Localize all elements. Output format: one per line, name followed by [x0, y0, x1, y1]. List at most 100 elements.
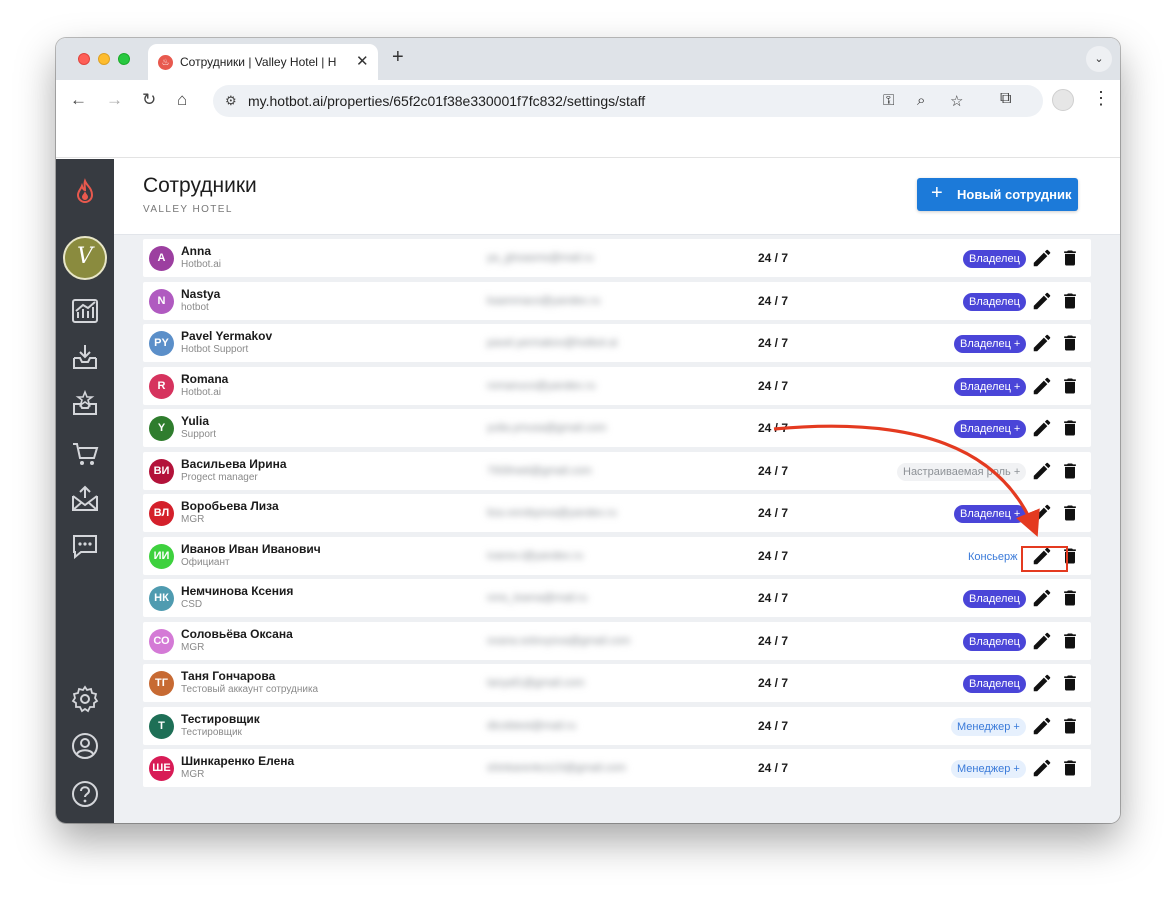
profile-avatar[interactable] — [1052, 89, 1074, 111]
table-row[interactable]: Т Тестировщик Тестировщик dtcobtest@mail.ru… — [143, 706, 1091, 745]
table-row[interactable]: R Romana Hotbot.ai romanuco@yandex.ru 24 / 7… — [143, 366, 1091, 405]
forward-button[interactable]: → — [106, 90, 123, 110]
edit-pencil-icon[interactable] — [1031, 757, 1053, 779]
staff-email: yulia.ymusa@gmail.com — [487, 422, 607, 434]
avatar: Т — [149, 713, 174, 739]
password-key-icon[interactable]: ⚿ — [883, 92, 894, 109]
delete-trash-icon[interactable] — [1060, 672, 1080, 694]
staff-email: ya_ghoasms@mail.ru — [487, 252, 594, 264]
role-badge[interactable]: Владелец — [963, 590, 1026, 608]
cart-icon[interactable] — [70, 439, 100, 469]
staff-hours: 24 / 7 — [758, 421, 789, 435]
role-badge[interactable]: Владелец — [963, 675, 1026, 693]
edit-pencil-icon[interactable] — [1031, 290, 1053, 312]
edit-pencil-icon[interactable] — [1031, 332, 1053, 354]
new-tab-button[interactable]: + — [392, 46, 404, 69]
table-row[interactable]: ВИ Васильева Ирина Progect manager 79Sfmeti… — [143, 451, 1091, 490]
inbox-icon[interactable] — [70, 342, 100, 372]
analytics-icon[interactable] — [70, 296, 100, 326]
role-badge[interactable]: Владелец + — [954, 420, 1027, 438]
staff-hours: 24 / 7 — [758, 761, 789, 775]
browser-menu-icon[interactable]: ⋮ — [1092, 88, 1110, 109]
close-window-button[interactable] — [78, 53, 90, 65]
edit-pencil-icon[interactable] — [1031, 460, 1053, 482]
table-row[interactable]: ИИ Иванов Иван Иванович Официант ivanov.i@y… — [143, 536, 1091, 575]
staff-hours: 24 / 7 — [758, 293, 789, 308]
edit-pencil-icon[interactable] — [1031, 587, 1053, 609]
account-icon[interactable] — [70, 731, 100, 761]
delete-trash-icon[interactable] — [1060, 332, 1080, 354]
delete-trash-icon[interactable] — [1060, 502, 1080, 524]
delete-trash-icon[interactable] — [1060, 417, 1080, 439]
staff-name: Васильева Ирина — [181, 456, 287, 471]
hotel-avatar[interactable]: V — [63, 236, 107, 280]
role-badge[interactable]: Владелец + — [954, 505, 1027, 523]
role-badge[interactable]: Консьерж — [962, 547, 1024, 566]
delete-trash-icon[interactable] — [1060, 757, 1080, 779]
edit-pencil-icon[interactable] — [1031, 375, 1053, 397]
table-row[interactable]: PY Pavel Yermakov Hotbot Support pavel.yerm… — [143, 324, 1091, 362]
table-row[interactable]: НК Немчинова Ксения CSD nms_ksena@mail.ru 24… — [143, 579, 1091, 617]
delete-trash-icon[interactable] — [1060, 375, 1080, 397]
role-badge[interactable]: Владелец + — [954, 335, 1027, 353]
delete-trash-icon[interactable] — [1060, 290, 1080, 312]
delete-trash-icon[interactable] — [1060, 587, 1080, 609]
mail-outbox-icon[interactable] — [70, 484, 100, 514]
edit-pencil-icon[interactable] — [1031, 715, 1053, 737]
delete-trash-icon[interactable] — [1060, 460, 1080, 482]
staff-hours: 24 / 7 — [758, 336, 789, 350]
zoom-icon[interactable]: ⌕ — [917, 92, 925, 109]
flame-logo-icon[interactable] — [70, 177, 100, 207]
staff-name: Тестировщик — [181, 711, 260, 726]
page-top-spacer — [56, 122, 1120, 158]
help-icon[interactable] — [70, 779, 100, 809]
tab-staff[interactable]: ♨ Сотрудники | Valley Hotel | H ✕ — [148, 44, 378, 80]
extensions-puzzle-icon[interactable]: ⧉ — [1000, 90, 1011, 108]
staff-email: nms_ksena@mail.ru — [487, 592, 588, 604]
reviews-icon[interactable] — [70, 388, 100, 418]
table-row[interactable]: N Nastya hotbot kaammaco@yandex.ru 24 / 7 Вла… — [143, 281, 1091, 320]
maximize-window-button[interactable] — [118, 53, 130, 65]
url-text[interactable]: my.hotbot.ai/properties/65f2c01f38e33000… — [248, 93, 645, 109]
minimize-window-button[interactable] — [98, 53, 110, 65]
settings-icon[interactable] — [70, 684, 100, 714]
staff-name: Воробьева Лиза — [181, 499, 279, 513]
staff-position: Support — [181, 429, 217, 440]
table-row[interactable]: СО Соловьёва Оксана MGR oxana.solovyova@gma… — [143, 621, 1091, 660]
edit-pencil-icon[interactable] — [1031, 417, 1053, 439]
back-button[interactable]: ← — [70, 90, 87, 110]
delete-trash-icon[interactable] — [1060, 630, 1080, 652]
browser-window: ♨ Сотрудники | Valley Hotel | H ✕ + ⌄ ← … — [56, 38, 1120, 823]
chat-icon[interactable] — [70, 531, 100, 561]
new-employee-button[interactable]: + Новый сотрудник — [917, 178, 1078, 211]
bookmark-star-icon[interactable]: ☆ — [950, 92, 963, 110]
staff-position: Тестовый аккаунт сотрудника — [181, 684, 319, 695]
edit-pencil-icon[interactable] — [1031, 502, 1053, 524]
edit-pencil-icon[interactable] — [1031, 672, 1053, 694]
role-badge[interactable]: Настраиваемая роль + — [897, 462, 1027, 481]
site-settings-icon[interactable]: ⚙ — [225, 93, 237, 109]
role-badge[interactable]: Менеджер + — [951, 760, 1026, 778]
role-badge[interactable]: Владелец — [963, 250, 1026, 268]
delete-trash-icon[interactable] — [1060, 715, 1080, 737]
table-row[interactable]: ТГ Таня Гончарова Тестовый аккаунт сотрудн… — [143, 664, 1091, 702]
tab-close-button[interactable]: ✕ — [356, 52, 369, 70]
table-row[interactable]: ВЛ Воробьева Лиза MGR liza.vorobyova@yandex… — [143, 494, 1091, 532]
delete-trash-icon[interactable] — [1060, 247, 1080, 269]
edit-pencil-icon[interactable] — [1031, 630, 1053, 652]
home-button[interactable]: ⌂ — [177, 90, 187, 110]
address-bar[interactable]: ⚙ my.hotbot.ai/properties/65f2c01f38e330… — [213, 85, 1043, 117]
staff-email: liza.vorobyova@yandex.ru — [487, 507, 617, 519]
tab-search-chevron-down-icon[interactable]: ⌄ — [1086, 46, 1112, 72]
edit-pencil-icon[interactable] — [1031, 247, 1053, 269]
role-badge[interactable]: Владелец — [963, 632, 1026, 651]
role-badge[interactable]: Владелец — [963, 292, 1026, 311]
reload-button[interactable]: ↻ — [142, 90, 156, 110]
role-badge[interactable]: Менеджер + — [951, 717, 1026, 736]
table-row[interactable]: ШЕ Шинкаренко Елена MGR shinkarenko123@gmai… — [143, 749, 1091, 787]
table-row[interactable]: A Anna Hotbot.ai ya_ghoasms@mail.ru 24 / 7 Вл… — [143, 239, 1091, 277]
table-row[interactable]: Y Yulia Support yulia.ymusa@gmail.com 24 / 7… — [143, 409, 1091, 447]
avatar: ТГ — [149, 671, 174, 696]
tab-strip: ♨ Сотрудники | Valley Hotel | H ✕ + ⌄ — [56, 38, 1120, 80]
role-badge[interactable]: Владелец + — [954, 377, 1027, 396]
